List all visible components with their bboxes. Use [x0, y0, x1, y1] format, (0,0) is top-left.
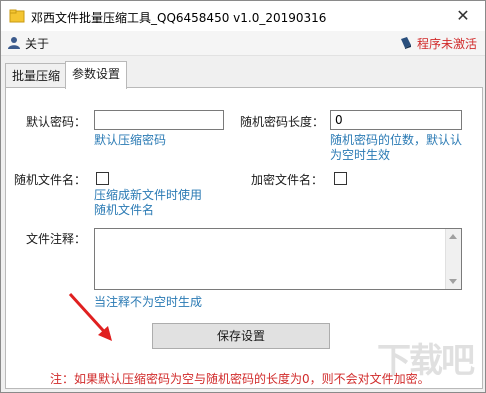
book-icon [400, 37, 411, 49]
menu-bar: 关于 程序未激活 [1, 31, 485, 56]
random-password-length-input[interactable] [330, 110, 462, 130]
random-filename-checkbox[interactable] [96, 172, 109, 185]
comment-scrollbar[interactable] [445, 229, 461, 289]
menu-about-label: 关于 [25, 36, 50, 51]
default-password-input[interactable] [94, 110, 224, 130]
tab-settings[interactable]: 参数设置 [65, 61, 128, 89]
random-filename-label: 随机文件名： [14, 173, 87, 187]
menu-item-about[interactable]: 关于 [7, 34, 49, 52]
tab-batch-compress[interactable]: 批量压缩 [5, 63, 68, 88]
watermark-logo: 下载吧 [377, 341, 475, 381]
default-password-label: 默认密码： [26, 115, 87, 129]
close-button[interactable]: ✕ [441, 1, 485, 31]
scroll-up-icon[interactable] [449, 234, 457, 239]
encrypt-filename-label: 加密文件名： [251, 173, 324, 187]
footer-note: 注：如果默认压缩密码为空与随机密码的长度为0，则不会对文件加密。 [50, 372, 430, 386]
default-password-hint: 默认压缩密码 [94, 133, 167, 147]
window-title: 邓西文件批量压缩工具_QQ6458450 v1.0_20190316 [31, 11, 327, 25]
random-password-length-hint: 随机密码的位数，默认认为空时生效 [330, 133, 463, 162]
annotation-arrow-icon [68, 292, 112, 341]
random-filename-hint-line1: 压缩成新文件时使用 [94, 188, 203, 202]
file-comment-textarea[interactable] [94, 228, 462, 290]
app-folder-icon [9, 9, 25, 23]
activation-status-label: 程序未激活 [416, 36, 477, 51]
scroll-down-icon[interactable] [449, 279, 457, 284]
app-window: 邓西文件批量压缩工具_QQ6458450 v1.0_20190316 ✕ 关于 … [0, 0, 486, 393]
save-settings-button[interactable]: 保存设置 [152, 323, 330, 349]
encrypt-filename-checkbox[interactable] [334, 172, 347, 185]
user-icon [8, 37, 20, 49]
title-bar: 邓西文件批量压缩工具_QQ6458450 v1.0_20190316 ✕ [1, 1, 485, 31]
random-filename-hint-line2: 随机文件名 [94, 203, 155, 217]
activation-status[interactable]: 程序未激活 [399, 34, 477, 52]
file-comment-label: 文件注释： [26, 232, 87, 246]
random-password-length-label: 随机密码长度： [240, 115, 325, 129]
